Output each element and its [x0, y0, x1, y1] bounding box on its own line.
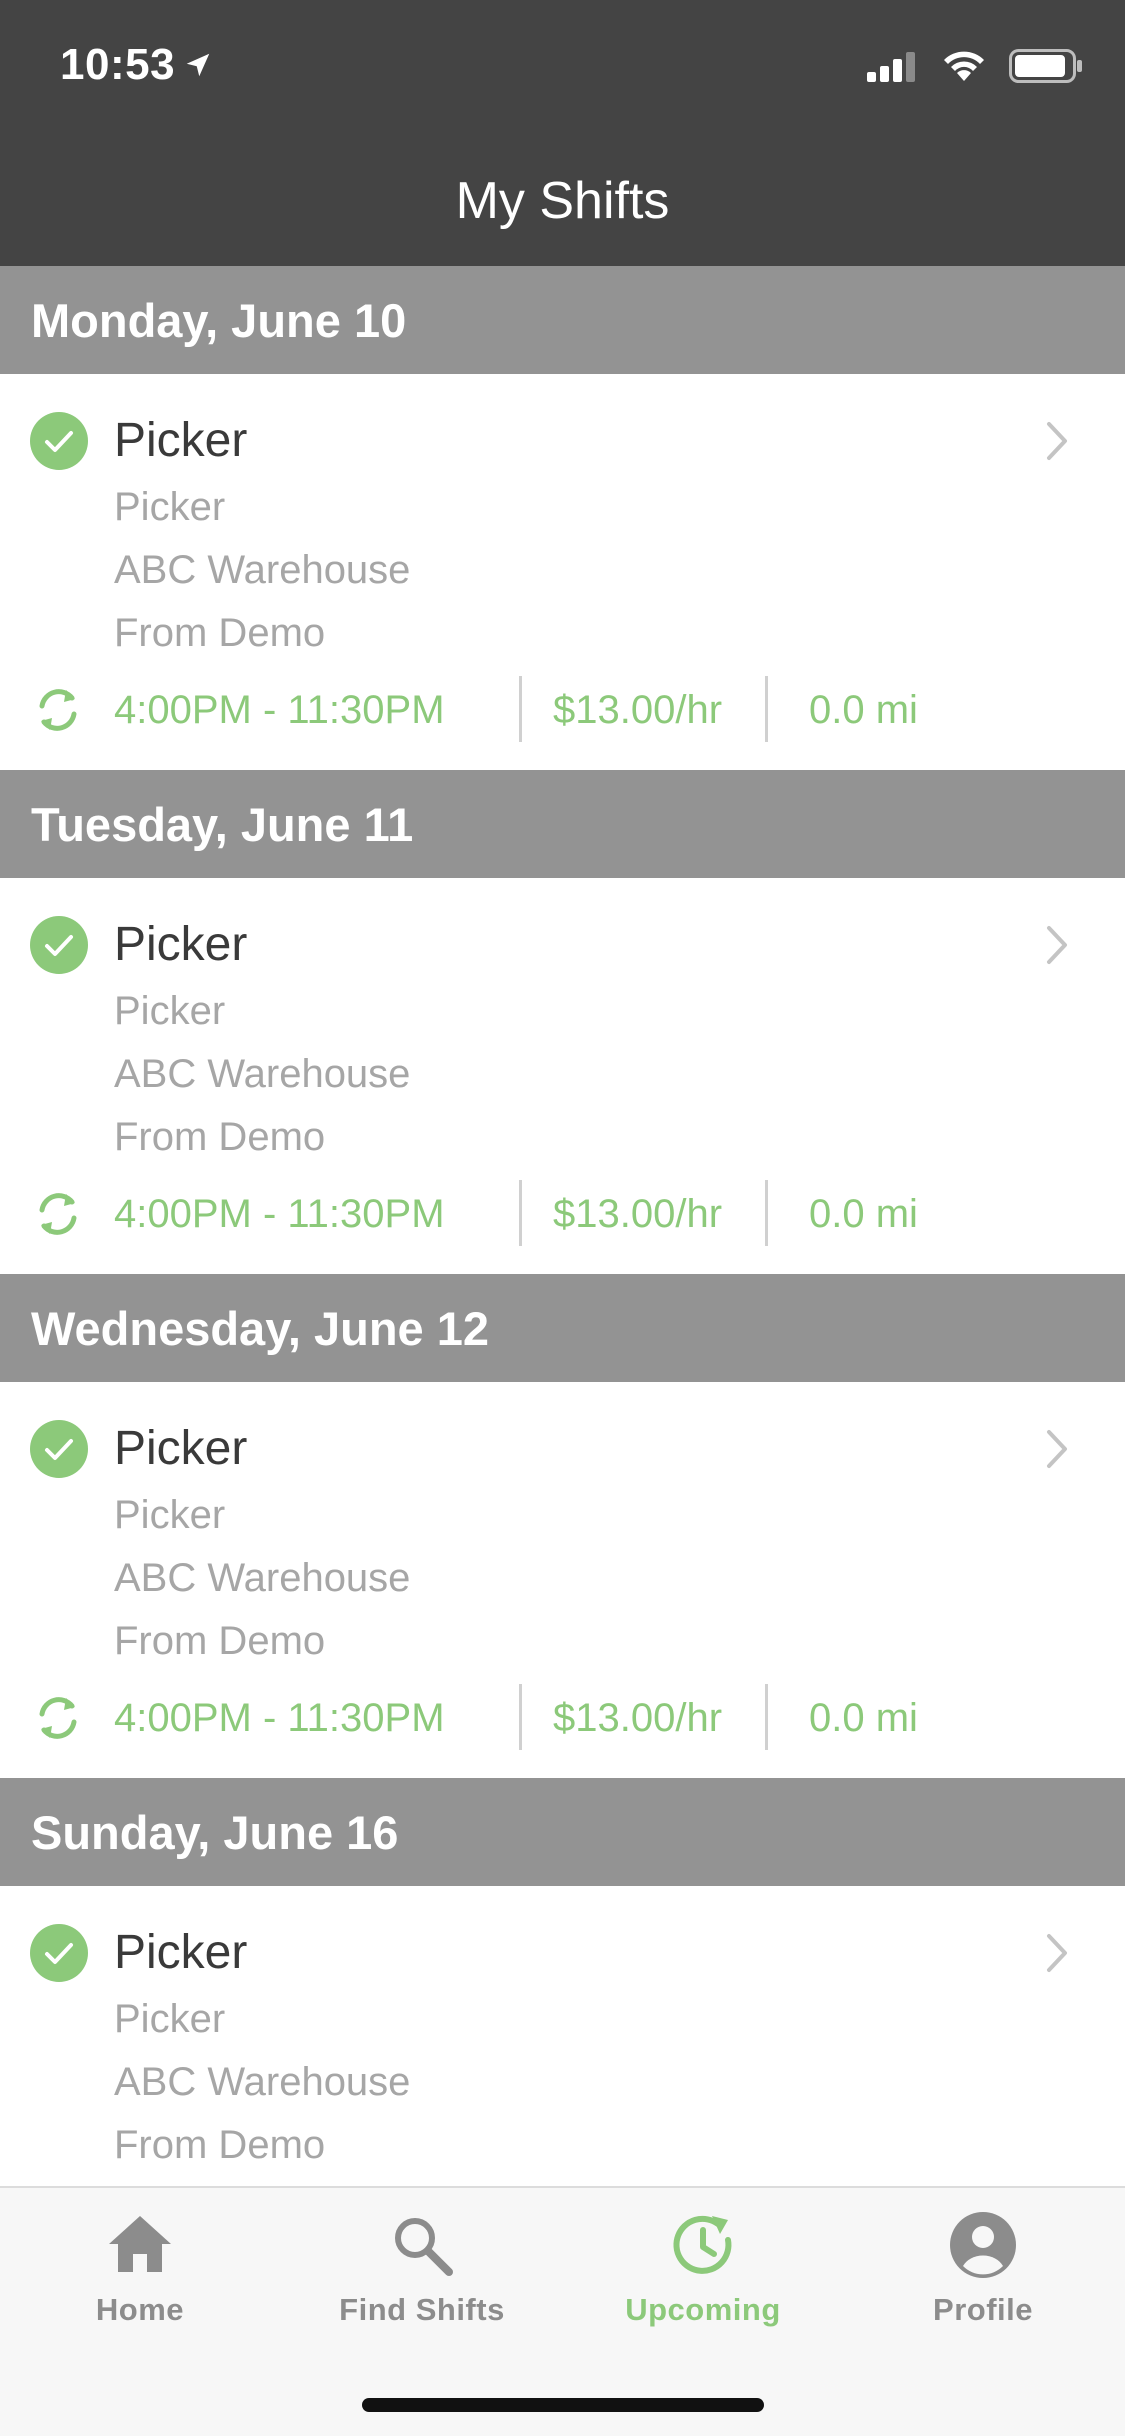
shift-source: From Demo	[114, 611, 326, 655]
confirmed-check-icon	[30, 1420, 88, 1478]
recurring-sync-icon	[39, 689, 77, 731]
status-time-text: 10:53	[60, 40, 176, 89]
divider	[519, 676, 522, 742]
shift-title: Picker	[114, 918, 248, 971]
day-header: Wednesday, June 12	[0, 1274, 1125, 1382]
status-bar: 10:53	[0, 0, 1125, 136]
tab-label: Profile	[933, 2292, 1033, 2327]
search-icon	[395, 2218, 453, 2276]
status-indicators	[867, 48, 1083, 84]
shift-role: Picker	[114, 1997, 226, 2041]
recurring-sync-icon	[39, 1697, 77, 1739]
chevron-right-icon[interactable]	[1045, 1932, 1069, 1974]
shift-distance: 0.0 mi	[809, 688, 918, 732]
cellular-signal-icon	[867, 52, 915, 82]
shift-meta: 4:00PM - 11:30PM $13.00/hr 0.0 mi	[0, 1180, 1125, 1246]
divider	[519, 1180, 522, 1246]
shift-title: Picker	[114, 414, 248, 467]
status-time: 10:53	[60, 40, 213, 90]
shift-source: From Demo	[114, 2123, 326, 2167]
confirmed-check-icon	[30, 916, 88, 974]
shift-location: ABC Warehouse	[114, 1052, 411, 1096]
shift-meta: 4:00PM - 11:30PM $13.00/hr 0.0 mi	[0, 1684, 1125, 1750]
shift-distance: 0.0 mi	[809, 1192, 918, 1236]
shift-rate: $13.00/hr	[553, 1696, 723, 1740]
home-indicator[interactable]	[362, 2398, 764, 2412]
page-title: My Shifts	[455, 172, 670, 230]
confirmed-check-icon	[30, 412, 88, 470]
divider	[765, 676, 768, 742]
shift-source: From Demo	[114, 1619, 326, 1663]
shift-location: ABC Warehouse	[114, 1556, 411, 1600]
shift-card[interactable]: Picker Picker ABC Warehouse From Demo 4:…	[0, 374, 1125, 770]
shift-meta: 4:00PM - 11:30PM $13.00/hr 0.0 mi	[0, 676, 1125, 742]
day-header: Sunday, June 16	[0, 1778, 1125, 1886]
wifi-icon	[944, 51, 984, 81]
shift-role: Picker	[114, 1493, 226, 1537]
shift-list[interactable]: Monday, June 10 Picker Picker ABC Wareho…	[0, 266, 1125, 2186]
profile-icon	[950, 2212, 1016, 2278]
shift-title: Picker	[114, 1422, 248, 1475]
home-icon	[109, 2216, 171, 2272]
tab-label: Find Shifts	[339, 2292, 505, 2327]
shift-title: Picker	[114, 1926, 248, 1979]
divider	[765, 1180, 768, 1246]
tab-home[interactable]: Home	[30, 2210, 250, 2340]
chevron-right-icon[interactable]	[1045, 1428, 1069, 1470]
shift-card[interactable]: Picker Picker ABC Warehouse From Demo 4:…	[0, 878, 1125, 1274]
shift-time: 4:00PM - 11:30PM	[114, 688, 445, 732]
shift-distance: 0.0 mi	[809, 1696, 918, 1740]
shift-card[interactable]: Picker Picker ABC Warehouse From Demo	[0, 1886, 1125, 2186]
confirmed-check-icon	[30, 1924, 88, 1982]
shift-location: ABC Warehouse	[114, 548, 411, 592]
tab-label: Home	[95, 2292, 185, 2327]
shift-card[interactable]: Picker Picker ABC Warehouse From Demo 4:…	[0, 1382, 1125, 1778]
tab-label: Upcoming	[625, 2292, 781, 2327]
location-arrow-icon	[186, 53, 210, 77]
shift-role: Picker	[114, 485, 226, 529]
divider	[519, 1684, 522, 1750]
navigation-bar: My Shifts	[0, 136, 1125, 266]
shift-time: 4:00PM - 11:30PM	[114, 1696, 445, 1740]
chevron-right-icon[interactable]	[1045, 924, 1069, 966]
shift-source: From Demo	[114, 1115, 326, 1159]
shift-role: Picker	[114, 989, 226, 1033]
shift-location: ABC Warehouse	[114, 2060, 411, 2104]
recurring-sync-icon	[39, 1193, 77, 1235]
shift-time: 4:00PM - 11:30PM	[114, 1192, 445, 1236]
shift-rate: $13.00/hr	[553, 1192, 723, 1236]
day-header: Tuesday, June 11	[0, 770, 1125, 878]
tab-profile[interactable]: Profile	[873, 2210, 1093, 2340]
day-header: Monday, June 10	[0, 266, 1125, 374]
battery-icon	[1009, 49, 1082, 83]
shift-rate: $13.00/hr	[553, 688, 723, 732]
tab-find-shifts[interactable]: Find Shifts	[312, 2210, 532, 2340]
chevron-right-icon[interactable]	[1045, 420, 1069, 462]
tab-upcoming[interactable]: Upcoming	[593, 2210, 813, 2340]
divider	[765, 1684, 768, 1750]
upcoming-clock-icon	[673, 2215, 732, 2274]
